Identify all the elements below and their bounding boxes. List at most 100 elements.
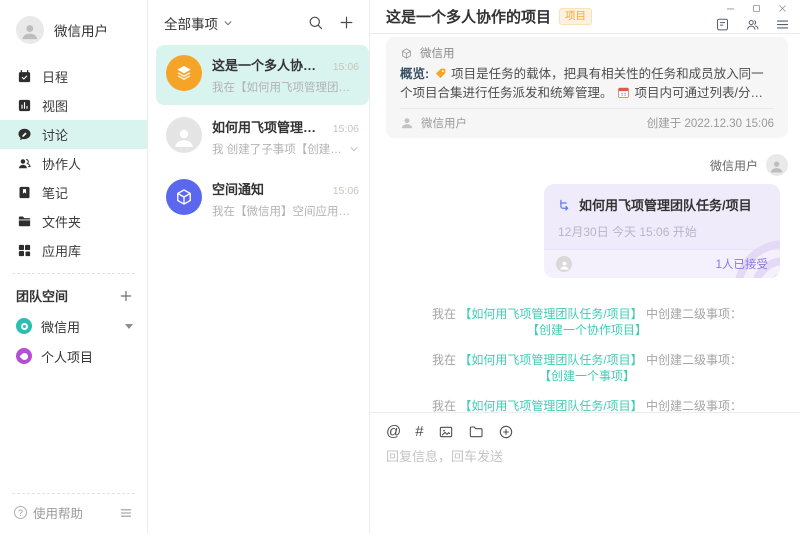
space-dot-icon — [16, 348, 32, 364]
image-icon[interactable] — [438, 424, 454, 440]
chat-icon — [17, 127, 32, 142]
topic-icon[interactable] — [415, 424, 423, 440]
list-item-space-notice[interactable]: 空间通知 15:06 我在【微信用】空间应用库内新增【... — [156, 169, 369, 229]
list-item-subtitle: 我 创建了子事项【创建一个团... — [212, 141, 349, 157]
overview-label: 概览: — [400, 67, 429, 81]
sidebar: 微信用户 日程 视图 讨论 协作人 笔记 — [0, 0, 148, 533]
doc-icon[interactable] — [715, 17, 730, 32]
list-item-title: 这是一个多人协作的项目 — [212, 55, 327, 74]
card-space-row: 微信用 — [400, 44, 774, 62]
space-label: 微信用 — [41, 317, 80, 336]
card-footer: 微信用户 创建于 2022.12.30 15:06 — [400, 114, 774, 132]
person-icon — [400, 116, 414, 130]
card-divider — [400, 108, 774, 109]
composer — [370, 412, 800, 533]
list-item-project[interactable]: 这是一个多人协作的项目 15:06 我在【如何用飞项管理团队任务/项... — [156, 45, 369, 105]
user-avatar — [166, 117, 202, 153]
sys-task-link[interactable]: 【如何用飞项管理团队任务/项目】 — [459, 399, 642, 412]
sidebar-item-label: 应用库 — [42, 241, 81, 260]
folder-icon — [17, 214, 32, 229]
sidebar-space-wechat[interactable]: 微信用 — [0, 311, 147, 341]
subtask-branch-icon — [558, 198, 572, 212]
help-label[interactable]: 使用帮助 — [33, 503, 83, 522]
space-label: 个人项目 — [41, 347, 93, 366]
sidebar-item-collaborators[interactable]: 协作人 — [0, 149, 147, 178]
message-bubble-row: 如何用飞项管理团队任务/项目 12月30日 今天 15:06 开始 1人已接受 — [386, 184, 788, 278]
sidebar-item-label: 视图 — [42, 96, 68, 115]
add-space-icon[interactable] — [119, 289, 133, 303]
list-item-subtitle: 我在【如何用飞项管理团队任务/项... — [212, 79, 359, 95]
sidebar-item-label: 笔记 — [42, 183, 68, 202]
tag-emoji-icon — [434, 67, 447, 80]
list-item-time: 15:06 — [333, 185, 359, 197]
conversation-list-panel: 全部事项 这是一个多人协作的项目 15:06 我在【如何用飞项管理团队任务/项.… — [148, 0, 370, 533]
minimize-icon[interactable] — [725, 3, 736, 14]
user-name: 微信用户 — [54, 20, 108, 40]
user-profile[interactable]: 微信用户 — [0, 0, 147, 56]
at-mention-icon[interactable] — [386, 424, 401, 440]
reply-input[interactable] — [386, 449, 784, 464]
sys-created-item-link[interactable]: 【创建一个事项】 — [539, 369, 635, 383]
team-space-title: 团队空间 — [16, 286, 68, 305]
composer-toolbar — [386, 424, 784, 440]
maximize-icon[interactable] — [751, 3, 762, 14]
sidebar-item-notes[interactable]: 笔记 — [0, 178, 147, 207]
person-icon — [769, 159, 784, 174]
chevron-down-icon[interactable] — [349, 144, 359, 154]
collaborators-icon[interactable] — [745, 17, 760, 32]
sidebar-item-apps[interactable]: 应用库 — [0, 236, 147, 265]
sidebar-item-discussion[interactable]: 讨论 — [0, 120, 147, 149]
list-item-time: 15:06 — [333, 123, 359, 135]
card-created-at: 创建于 2022.12.30 15:06 — [647, 115, 774, 131]
accepted-status: 1人已接受 — [716, 256, 768, 272]
sys-suffix: 中创建二级事项： — [646, 307, 742, 321]
window-controls — [725, 3, 788, 14]
project-tag-badge: 项目 — [559, 8, 592, 25]
detail-panel: 这是一个多人协作的项目 项目 微信用 概览: — [370, 0, 800, 533]
sys-created-item-link[interactable]: 【创建一个协作项目】 — [527, 323, 647, 337]
page-title: 这是一个多人协作的项目 — [386, 6, 551, 27]
sidebar-item-folders[interactable]: 文件夹 — [0, 207, 147, 236]
filter-dropdown[interactable]: 全部事项 — [164, 13, 233, 33]
sys-task-link[interactable]: 【如何用飞项管理团队任务/项目】 — [459, 353, 642, 367]
list-item-time: 15:06 — [333, 61, 359, 73]
sidebar-nav: 日程 视图 讨论 协作人 笔记 文件夹 — [0, 62, 147, 265]
calendar-icon — [17, 69, 32, 84]
sidebar-space-personal[interactable]: 个人项目 — [0, 341, 147, 371]
menu-icon[interactable] — [119, 506, 133, 520]
card-creator: 微信用户 — [421, 115, 467, 131]
attachment-folder-icon[interactable] — [468, 424, 484, 440]
user-avatar — [766, 154, 788, 176]
plus-circle-icon[interactable] — [498, 424, 514, 440]
project-info-card[interactable]: 微信用 概览: 项目是任务的载体，把具有相关性的任务和成员放入同一个项目合集进行… — [386, 37, 788, 138]
list-item-title: 空间通知 — [212, 179, 327, 198]
apps-icon — [17, 243, 32, 258]
team-space-section-header: 团队空间 — [0, 274, 147, 311]
search-icon[interactable] — [307, 14, 324, 31]
list-item-task[interactable]: 如何用飞项管理团队任务... 15:06 我 创建了子事项【创建一个团... — [156, 107, 369, 167]
note-icon — [17, 185, 32, 200]
card-space-name: 微信用 — [420, 45, 455, 61]
space-cube-icon — [166, 179, 202, 215]
sys-task-link[interactable]: 【如何用飞项管理团队任务/项目】 — [459, 307, 642, 321]
sidebar-item-schedule[interactable]: 日程 — [0, 62, 147, 91]
chevron-down-icon[interactable] — [125, 324, 133, 329]
sys-suffix: 中创建二级事项： — [646, 399, 742, 412]
more-menu-icon[interactable] — [775, 17, 790, 32]
assignee-avatar — [556, 256, 572, 272]
sidebar-item-label: 协作人 — [42, 154, 81, 173]
person-icon — [559, 260, 570, 271]
sidebar-item-views[interactable]: 视图 — [0, 91, 147, 120]
person-icon — [20, 22, 40, 42]
close-icon[interactable] — [777, 3, 788, 14]
sidebar-item-label: 讨论 — [42, 125, 68, 144]
message-author-name: 微信用户 — [710, 157, 758, 174]
task-card-bubble[interactable]: 如何用飞项管理团队任务/项目 12月30日 今天 15:06 开始 1人已接受 — [544, 184, 780, 278]
chevron-down-icon — [223, 18, 233, 28]
system-message: 我在 【如何用飞项管理团队任务/项目】 中创建二级事项： 【创建一个团队空间】 — [386, 398, 788, 412]
list-items: 这是一个多人协作的项目 15:06 我在【如何用飞项管理团队任务/项... 如何… — [148, 45, 369, 231]
sys-prefix: 我在 — [432, 399, 456, 412]
help-icon — [14, 506, 27, 519]
add-icon[interactable] — [338, 14, 355, 31]
people-icon — [17, 156, 32, 171]
